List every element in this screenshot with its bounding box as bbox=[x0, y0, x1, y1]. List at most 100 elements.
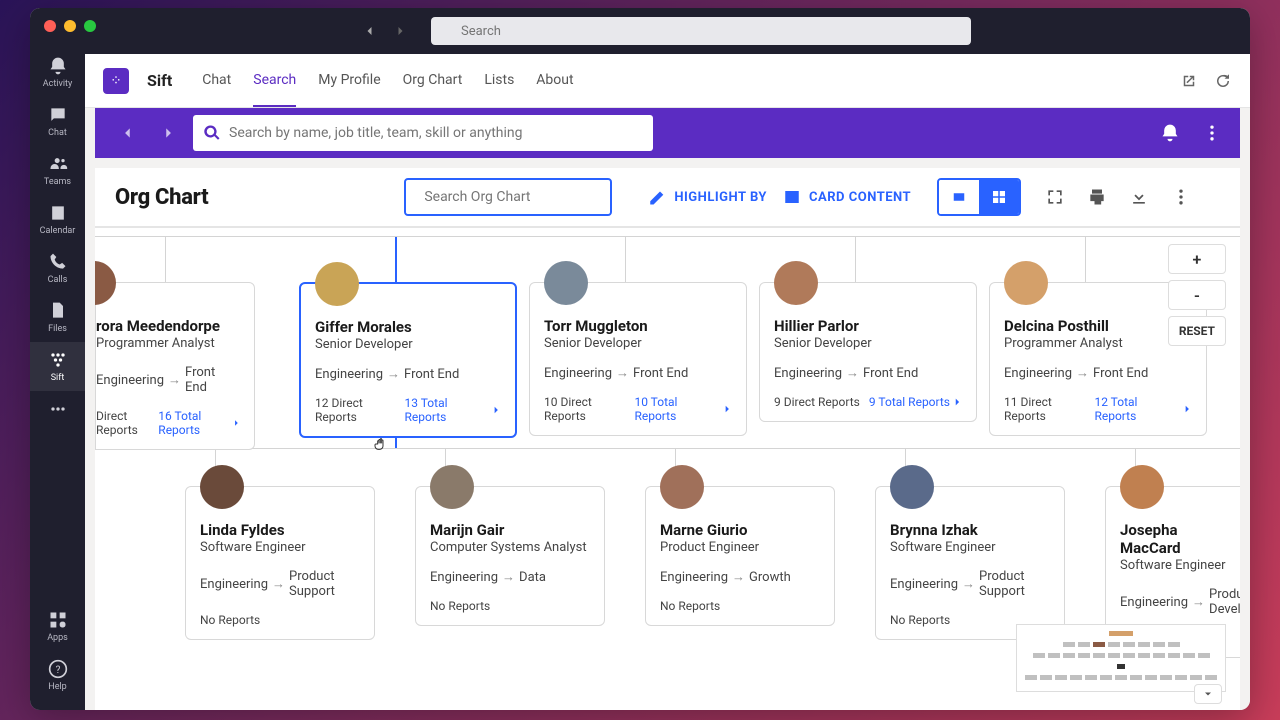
person-card[interactable]: rora Meedendorpe Programmer Analyst Engi… bbox=[95, 282, 255, 450]
window-controls[interactable] bbox=[44, 20, 96, 32]
person-role: Software Engineer bbox=[890, 540, 1050, 555]
rail-label: Sift bbox=[51, 373, 65, 383]
minimap[interactable] bbox=[1016, 624, 1226, 692]
total-reports-link[interactable]: 12 Total Reports bbox=[1094, 395, 1192, 423]
person-name: Linda Fyldes bbox=[200, 521, 360, 539]
maximize-window-icon[interactable] bbox=[84, 20, 96, 32]
download-icon[interactable] bbox=[1129, 187, 1149, 207]
org-chart-search-input[interactable] bbox=[424, 189, 602, 205]
nav-tab-my-profile[interactable]: My Profile bbox=[318, 55, 380, 107]
person-role: Programmer Analyst bbox=[1004, 336, 1192, 351]
rail-apps[interactable]: Apps bbox=[30, 602, 85, 651]
highlight-label: HIGHLIGHT BY bbox=[674, 190, 767, 205]
zoom-controls: + - RESET bbox=[1168, 244, 1226, 346]
rail-files[interactable]: Files bbox=[30, 293, 85, 342]
nav-back-button[interactable] bbox=[357, 18, 383, 44]
nav-tab-lists[interactable]: Lists bbox=[484, 55, 514, 107]
person-card[interactable]: Torr Muggleton Senior Developer Engineer… bbox=[529, 282, 747, 436]
rail-sift[interactable]: Sift bbox=[30, 342, 85, 391]
print-icon[interactable] bbox=[1087, 187, 1107, 207]
sift-logo-icon: ⁘ bbox=[103, 68, 129, 94]
total-reports-link[interactable]: 9 Total Reports bbox=[869, 395, 962, 409]
person-card[interactable]: Giffer Morales Senior Developer Engineer… bbox=[299, 282, 517, 438]
rail-activity[interactable]: Activity bbox=[30, 48, 85, 97]
sift-search-input[interactable] bbox=[229, 125, 643, 141]
collapse-minimap-button[interactable] bbox=[1194, 684, 1222, 704]
fullscreen-icon[interactable] bbox=[1045, 187, 1065, 207]
card-content-button[interactable]: CARD CONTENT bbox=[783, 188, 911, 206]
person-card[interactable]: Brynna Izhak Software Engineer Engineeri… bbox=[875, 486, 1065, 640]
no-reports: No Reports bbox=[430, 599, 590, 613]
view-grid-button[interactable] bbox=[979, 180, 1019, 214]
view-single-button[interactable] bbox=[939, 180, 979, 214]
total-reports-link[interactable]: 16 Total Reports bbox=[158, 409, 240, 437]
sift-back-button[interactable] bbox=[113, 118, 143, 148]
nav-tab-chat[interactable]: Chat bbox=[202, 55, 231, 107]
minimize-window-icon[interactable] bbox=[64, 20, 76, 32]
nav-tab-org-chart[interactable]: Org Chart bbox=[403, 55, 463, 107]
direct-reports: 12 Direct Reports bbox=[315, 396, 405, 424]
nav-tab-search[interactable]: Search bbox=[253, 55, 296, 107]
rail-chat[interactable]: Chat bbox=[30, 97, 85, 146]
total-reports-link[interactable]: 13 Total Reports bbox=[405, 396, 502, 424]
teams-sidebar: Activity Chat Teams Calendar Calls Files… bbox=[30, 8, 85, 710]
direct-reports: 11 Direct Reports bbox=[1004, 395, 1094, 423]
rail-label: Files bbox=[48, 324, 67, 334]
org-chart-canvas[interactable]: + - RESET rora Meedendorpe Programmer An… bbox=[95, 226, 1240, 710]
titlebar bbox=[85, 8, 1250, 54]
close-window-icon[interactable] bbox=[44, 20, 56, 32]
person-name: Delcina Posthill bbox=[1004, 317, 1192, 335]
person-card[interactable]: Linda Fyldes Software Engineer Engineeri… bbox=[185, 486, 375, 640]
rail-label: Chat bbox=[48, 128, 67, 138]
refresh-icon[interactable] bbox=[1214, 72, 1232, 90]
direct-reports: Direct Reports bbox=[96, 409, 158, 437]
person-card[interactable]: Marijn Gair Computer Systems Analyst Eng… bbox=[415, 486, 605, 626]
sift-forward-button[interactable] bbox=[153, 118, 183, 148]
avatar bbox=[200, 465, 244, 509]
rail-more[interactable] bbox=[30, 391, 85, 427]
person-name: Marijn Gair bbox=[430, 521, 590, 539]
avatar bbox=[890, 465, 934, 509]
grab-cursor-icon bbox=[373, 436, 389, 452]
avatar bbox=[430, 465, 474, 509]
app-nav: Chat Search My Profile Org Chart Lists About bbox=[202, 55, 573, 107]
avatar bbox=[1004, 261, 1048, 305]
person-card[interactable]: Hillier Parlor Senior Developer Engineer… bbox=[759, 282, 977, 422]
rail-label: Calls bbox=[48, 275, 68, 285]
highlight-by-button[interactable]: HIGHLIGHT BY bbox=[648, 188, 767, 206]
zoom-in-button[interactable]: + bbox=[1168, 244, 1226, 274]
search-icon bbox=[203, 124, 221, 142]
zoom-reset-button[interactable]: RESET bbox=[1168, 316, 1226, 346]
avatar bbox=[1120, 465, 1164, 509]
rail-teams[interactable]: Teams bbox=[30, 146, 85, 195]
person-card[interactable]: Marne Giurio Product Engineer Engineerin… bbox=[645, 486, 835, 626]
rail-label: Help bbox=[48, 682, 66, 692]
person-name: Marne Giurio bbox=[660, 521, 820, 539]
global-search-input[interactable] bbox=[431, 17, 971, 45]
person-dept: Engineering → Front End bbox=[774, 365, 962, 381]
person-dept: Engineering → Growth bbox=[660, 569, 820, 585]
open-external-icon[interactable] bbox=[1180, 72, 1198, 90]
svg-text:?: ? bbox=[55, 665, 60, 676]
org-chart-search[interactable] bbox=[404, 178, 612, 216]
person-role: Software Engineer bbox=[200, 540, 360, 555]
zoom-out-button[interactable]: - bbox=[1168, 280, 1226, 310]
rail-calendar[interactable]: Calendar bbox=[30, 195, 85, 244]
more-vertical-icon[interactable] bbox=[1202, 123, 1222, 143]
avatar bbox=[315, 262, 359, 306]
direct-reports: 10 Direct Reports bbox=[544, 395, 634, 423]
total-reports-link[interactable]: 10 Total Reports bbox=[634, 395, 732, 423]
person-dept: Engineering → Product Support bbox=[890, 569, 1050, 599]
person-role: Computer Systems Analyst bbox=[430, 540, 590, 555]
rail-calls[interactable]: Calls bbox=[30, 244, 85, 293]
rail-label: Activity bbox=[43, 79, 72, 89]
person-dept: Engineering → Data bbox=[430, 569, 590, 585]
person-dept: Engineering → Front End bbox=[544, 365, 732, 381]
person-dept: Engineering → Product Development bbox=[1120, 587, 1240, 617]
nav-forward-button[interactable] bbox=[387, 18, 413, 44]
more-vertical-icon[interactable] bbox=[1171, 187, 1191, 207]
rail-help[interactable]: ? Help bbox=[30, 651, 85, 700]
bell-icon[interactable] bbox=[1160, 123, 1180, 143]
avatar bbox=[660, 465, 704, 509]
nav-tab-about[interactable]: About bbox=[536, 55, 573, 107]
